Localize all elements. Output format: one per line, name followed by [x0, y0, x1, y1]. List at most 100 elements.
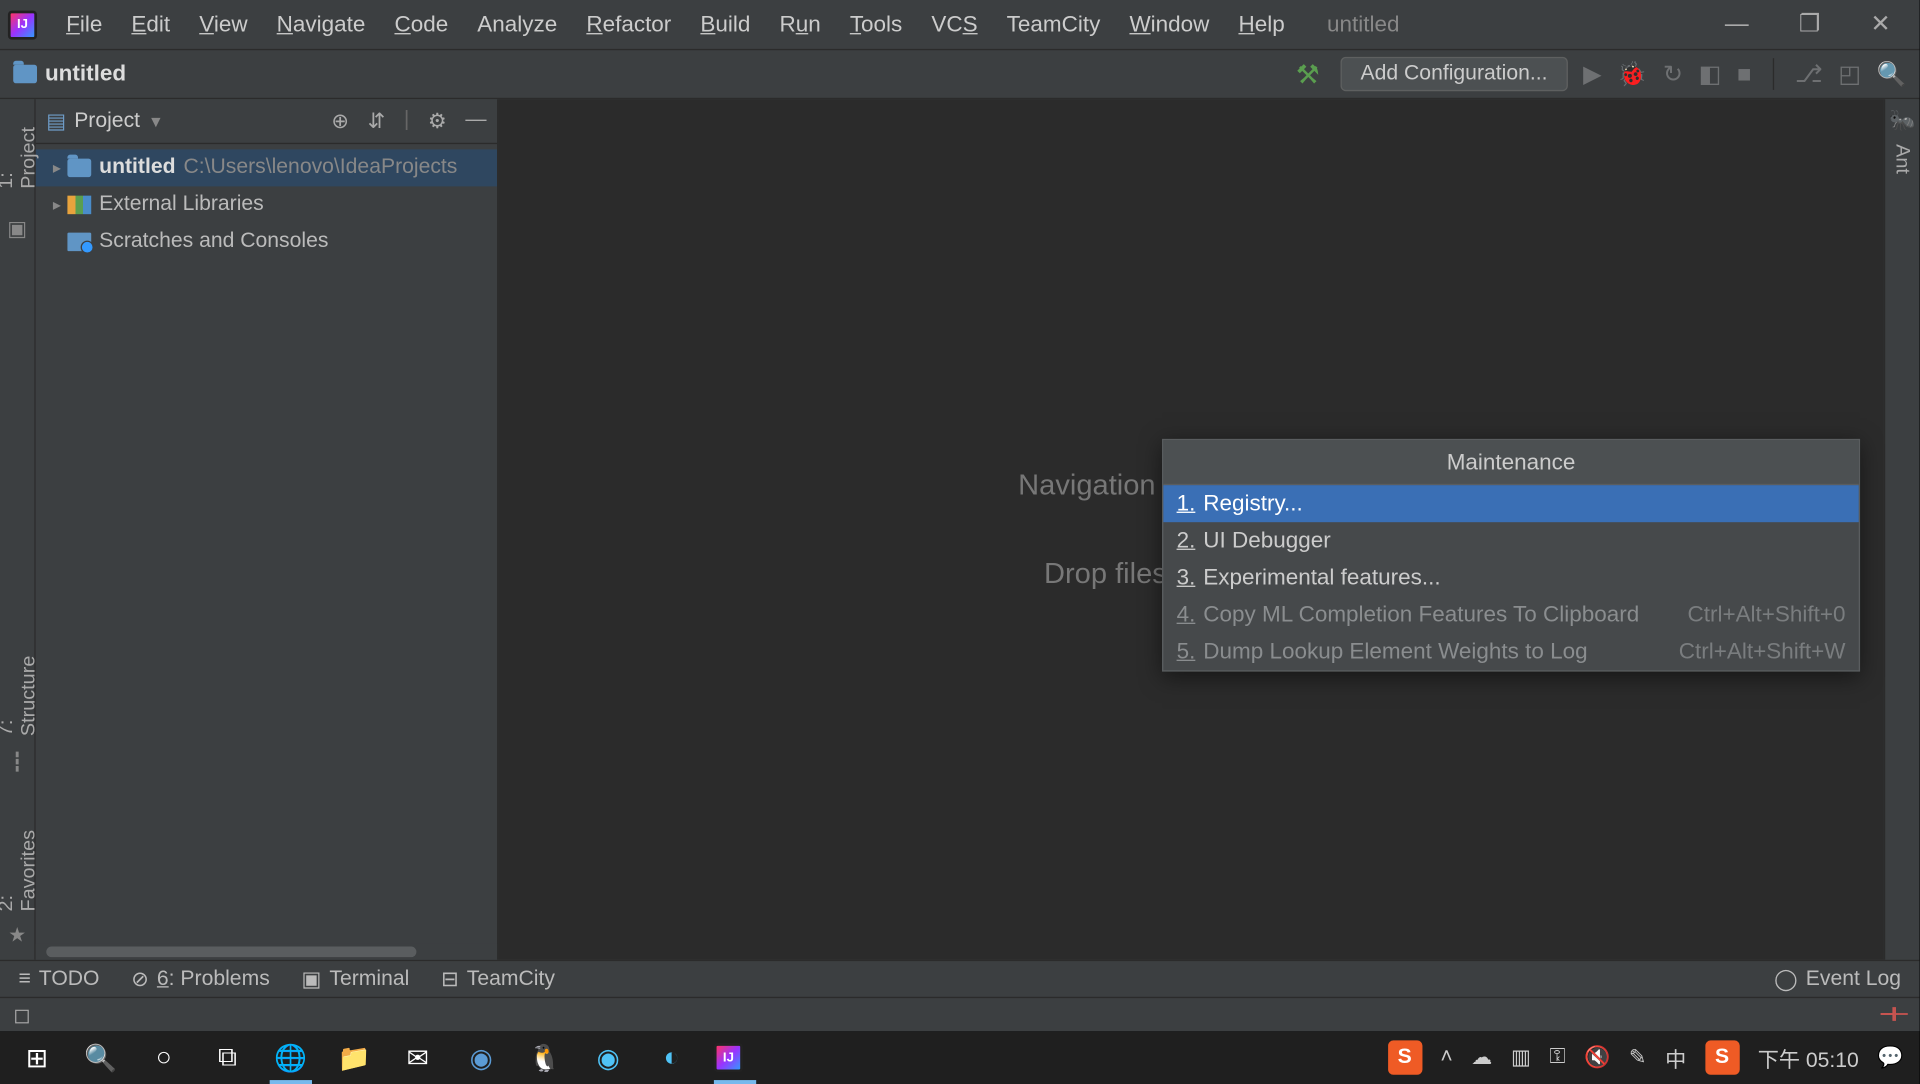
tray-notifications-icon[interactable]: 💬	[1877, 1044, 1903, 1070]
tray-wifi-icon[interactable]: ⚿	[1549, 1046, 1565, 1070]
stop-icon[interactable]: ■	[1737, 60, 1751, 88]
locate-icon[interactable]: ⊕	[331, 108, 349, 134]
project-tree: ▸ untitled C:\Users\lenovo\IdeaProjects …	[36, 144, 497, 944]
tray-app-icon-2[interactable]: S	[1705, 1040, 1739, 1074]
taskbar-app-edge[interactable]: 🌐	[259, 1031, 322, 1084]
tool-window-todo[interactable]: ≡TODO	[19, 967, 100, 991]
menu-bar: IJ File Edit View Navigate Code Analyze …	[0, 0, 1920, 49]
bubble-icon: ◯	[1774, 966, 1798, 992]
status-indicator[interactable]: ⊣⊢	[1879, 1003, 1906, 1025]
project-view-title[interactable]: Project	[74, 109, 140, 133]
star-icon: ★	[8, 923, 26, 947]
expand-arrow-icon[interactable]: ▸	[46, 196, 67, 215]
tool-window-structure-tab[interactable]: 7: Structure	[0, 638, 44, 746]
scratches-icon	[67, 233, 91, 252]
ant-icon: 🐜	[1889, 107, 1915, 133]
tool-window-terminal[interactable]: ▣Terminal	[301, 966, 409, 992]
search-everywhere-icon[interactable]: ◰	[1838, 60, 1860, 88]
tray-app-icon[interactable]: S	[1388, 1040, 1422, 1074]
start-button[interactable]: ⊞	[5, 1031, 68, 1084]
tray-chevron-up-icon[interactable]: ˄	[1440, 1046, 1452, 1070]
tree-label: External Libraries	[99, 193, 264, 217]
taskbar-app-explorer[interactable]: 📁	[323, 1031, 386, 1084]
menu-window[interactable]: Window	[1116, 6, 1222, 43]
project-tool-window: ▤ Project ▼ ⊕ ⇵ | ⚙ — ▸ untitled C:\User…	[36, 99, 499, 960]
popup-item-number: 1.	[1177, 490, 1196, 516]
run-icon[interactable]: ▶	[1583, 60, 1601, 88]
gear-icon[interactable]: ⚙	[428, 108, 447, 134]
search-button[interactable]: 🔍	[69, 1031, 132, 1084]
tree-project-root[interactable]: ▸ untitled C:\Users\lenovo\IdeaProjects	[36, 149, 497, 186]
cortana-button[interactable]: ○	[132, 1031, 195, 1084]
tray-ime-icon[interactable]: 中	[1665, 1042, 1686, 1074]
menu-view[interactable]: View	[186, 6, 261, 43]
debug-icon[interactable]: 🐞	[1617, 60, 1647, 88]
chevron-down-icon[interactable]: ▼	[148, 112, 164, 131]
popup-title: Maintenance	[1163, 440, 1858, 485]
taskbar-app-4[interactable]: ◐	[640, 1031, 703, 1084]
tool-window-eventlog[interactable]: ◯Event Log	[1774, 966, 1901, 992]
taskbar-app-mail[interactable]: ✉	[386, 1031, 449, 1084]
tool-window-project-tab[interactable]: 1: Project	[0, 107, 44, 199]
tree-scratches[interactable]: ▸ Scratches and Consoles	[36, 223, 497, 260]
menu-edit[interactable]: Edit	[118, 6, 183, 43]
toolbar: untitled ⚒ Add Configuration... ▶ 🐞 ↻ ◧ …	[0, 49, 1920, 99]
menu-file[interactable]: File	[53, 6, 116, 43]
expand-arrow-icon[interactable]: ▸	[46, 159, 67, 178]
project-name-breadcrumb[interactable]: untitled	[45, 61, 126, 87]
editor-area[interactable]: Navigation Bar Alt+Home Drop files here …	[498, 99, 1883, 960]
tool-window-ant-tab[interactable]: Ant	[1887, 134, 1917, 185]
menu-refactor[interactable]: Refactor	[573, 6, 684, 43]
tray-battery-icon[interactable]: ▥	[1511, 1044, 1531, 1070]
maximize-button[interactable]: ❐	[1791, 11, 1828, 39]
tray-volume-icon[interactable]: 🔇	[1584, 1044, 1610, 1070]
coverage-icon[interactable]: ↻	[1663, 60, 1683, 88]
popup-item-shortcut: Ctrl+Alt+Shift+0	[1687, 602, 1845, 628]
project-view-icon: ▤	[46, 108, 66, 134]
tree-external-libraries[interactable]: ▸ External Libraries	[36, 186, 497, 223]
menu-code[interactable]: Code	[381, 6, 461, 43]
popup-item-4: 4.Copy ML Completion Features To Clipboa…	[1163, 596, 1858, 633]
tree-label: Scratches and Consoles	[99, 230, 328, 254]
collapse-all-icon[interactable]: ⇵	[368, 108, 386, 134]
profile-icon[interactable]: ◧	[1699, 60, 1721, 88]
tool-window-teamcity[interactable]: ⊟TeamCity	[441, 966, 555, 992]
task-view-button[interactable]: ⧉	[196, 1031, 259, 1084]
menu-tools[interactable]: Tools	[837, 6, 916, 43]
popup-item-3[interactable]: 3.Experimental features...	[1163, 559, 1858, 596]
tray-pen-icon[interactable]: ✎	[1629, 1044, 1647, 1070]
popup-item-label: Registry...	[1203, 490, 1303, 516]
menu-navigate[interactable]: Navigate	[263, 6, 378, 43]
taskbar-app-intellij[interactable]: IJ	[703, 1031, 766, 1084]
teamcity-icon: ⊟	[441, 966, 459, 992]
tool-window-favorites-tab[interactable]: 2: Favorites	[0, 814, 44, 923]
menu-run[interactable]: Run	[766, 6, 834, 43]
app-icon: IJ	[8, 10, 37, 39]
popup-item-2[interactable]: 2.UI Debugger	[1163, 522, 1858, 559]
popup-item-number: 2.	[1177, 527, 1196, 553]
build-icon[interactable]: ⚒	[1296, 58, 1320, 91]
menu-help[interactable]: Help	[1225, 6, 1298, 43]
folder-gutter-icon[interactable]: ▣	[7, 215, 27, 241]
menu-teamcity[interactable]: TeamCity	[993, 6, 1113, 43]
tray-cloud-icon[interactable]: ☁	[1471, 1044, 1492, 1070]
minimize-button[interactable]: —	[1717, 11, 1757, 39]
search-icon[interactable]: 🔍	[1877, 60, 1907, 88]
taskbar-app-3[interactable]: ◉	[576, 1031, 639, 1084]
window-icon[interactable]: ◻	[13, 1001, 31, 1027]
horizontal-scrollbar[interactable]	[36, 944, 497, 960]
hide-tool-window-icon[interactable]: —	[465, 108, 486, 134]
menu-analyze[interactable]: Analyze	[464, 6, 570, 43]
tray-clock[interactable]: 下午 05:10	[1758, 1042, 1859, 1074]
close-button[interactable]: ✕	[1863, 11, 1899, 39]
menu-vcs[interactable]: VCS	[918, 6, 991, 43]
tool-window-problems[interactable]: ⊘6: Problems	[131, 966, 270, 992]
add-configuration-button[interactable]: Add Configuration...	[1341, 57, 1568, 91]
taskbar-app-1[interactable]: ◉	[449, 1031, 512, 1084]
popup-item-1[interactable]: 1. Registry...	[1163, 485, 1858, 522]
popup-item-label: Dump Lookup Element Weights to Log	[1203, 639, 1587, 665]
menu-build[interactable]: Build	[687, 6, 763, 43]
git-icon[interactable]: ⎇	[1795, 60, 1822, 88]
taskbar-app-2[interactable]: 🐧	[513, 1031, 576, 1084]
tree-root-name: untitled	[99, 156, 175, 180]
